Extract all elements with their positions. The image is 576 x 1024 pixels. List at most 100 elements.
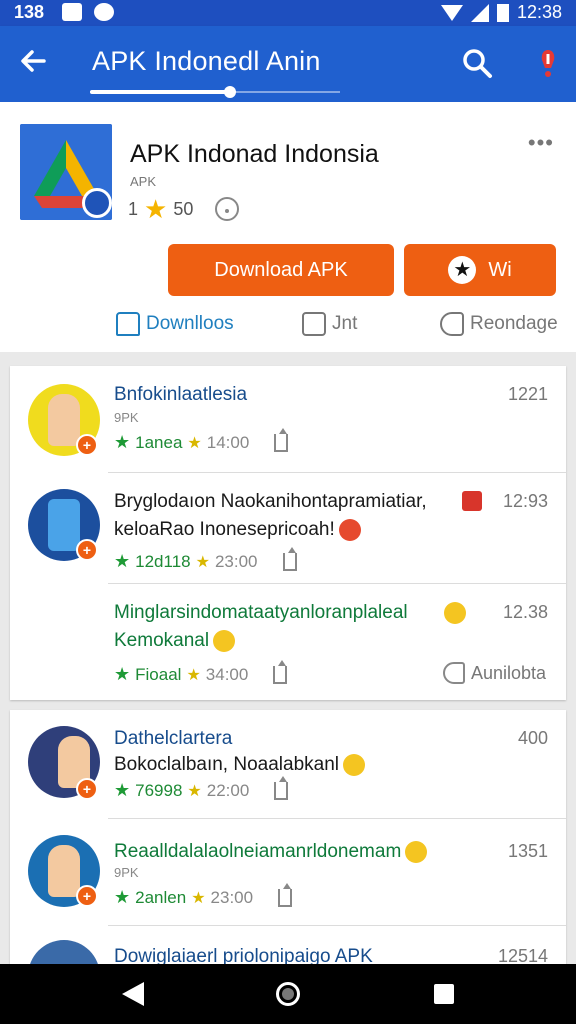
item-meta-label: 12d118 [135, 551, 191, 571]
share-action[interactable]: Reondage [440, 312, 558, 336]
item-time-value: 12.38 [502, 602, 548, 622]
item-title: Minglarsindomataatyanloranplaleal [114, 602, 440, 624]
signal-icon [470, 3, 489, 22]
notification-icon [62, 3, 82, 21]
more-icon[interactable]: ••• [528, 130, 554, 156]
feed-card: + Bnfokinlaatlesia 9PK 1221 ★ 1anea ★ 14… [10, 366, 566, 700]
item-title-line2: Bokoclalbaın, Noaalabkanl [114, 754, 365, 776]
star-icon: ★ [114, 780, 131, 800]
list-item[interactable]: + Bryglodaıon Naokanihontapramiatiar, ke… [10, 473, 566, 583]
item-time: 12:93 [503, 491, 548, 512]
item-time: 400 [518, 728, 548, 749]
add-icon[interactable]: + [76, 539, 98, 561]
item-meta-time: 23:00 [210, 887, 254, 907]
share-icon[interactable] [274, 775, 289, 800]
nav-home-icon[interactable] [276, 982, 300, 1006]
rating-row: 1 ★ 50 [128, 194, 240, 224]
list-item[interactable]: Minglarsindomataatyanloranplaleal Kemoka… [10, 584, 566, 700]
share-label: Reondage [470, 313, 558, 334]
item-subtitle: 9PK [114, 865, 139, 880]
avatar-figure [48, 845, 80, 897]
item-title-text: Reaalldalalaolneiamanrldonemam [114, 841, 402, 863]
star-icon: ★ [448, 256, 477, 284]
app-bar: APK Indonedl Anin [0, 26, 576, 102]
item-title: Bnfokinlaatlesia [114, 384, 248, 405]
item-time-value: 12:93 [502, 491, 548, 511]
item-title-text: Bryglodaıon Naokanihontapramiatiar, [114, 491, 427, 512]
back-arrow-icon[interactable] [18, 46, 48, 85]
feed-card: + Dathelclartera Bokoclalbaın, Noaalabka… [10, 710, 566, 970]
emoji-icon [338, 519, 361, 541]
item-meta-time: 22:00 [206, 780, 250, 800]
share-icon[interactable] [282, 546, 297, 571]
nav-back-icon[interactable] [122, 982, 144, 1006]
navigation-bar [0, 964, 576, 1024]
list-item[interactable]: + Bnfokinlaatlesia 9PK 1221 ★ 1anea ★ 14… [10, 366, 566, 472]
download-button[interactable]: Download APK [168, 244, 394, 296]
status-icons: 12:38 [440, 2, 562, 23]
star-icon: ★ [195, 553, 210, 571]
item-time-value: 12514 [497, 946, 548, 966]
item-meta: ★ 12d118 ★ 23:00 [114, 546, 297, 572]
like-action[interactable]: Jnt [302, 312, 357, 336]
wishlist-button[interactable]: ★ Wi [404, 244, 556, 296]
item-share-action[interactable]: Aunilobta [442, 662, 546, 684]
rating-count: 50 [173, 198, 194, 219]
emoji-icon [444, 602, 466, 624]
item-time: 12.38 [503, 602, 548, 623]
item-title-line2: keloaRao Inonesepricoah! [114, 519, 361, 541]
item-meta: ★ 76998 ★ 22:00 [114, 775, 289, 801]
item-title-text: Minglarsindomataatyanloranplaleal [114, 602, 408, 623]
search-progress [90, 90, 230, 94]
item-time: 1351 [508, 841, 548, 862]
app-badge-icon [82, 188, 112, 218]
nav-recent-icon[interactable] [434, 984, 454, 1004]
alert-icon[interactable] [536, 46, 560, 80]
item-time-value: 1221 [507, 384, 548, 404]
battery-icon [496, 3, 509, 22]
downloads-label: Downlloos [146, 313, 234, 334]
star-icon: ★ [114, 887, 131, 907]
item-time: 1221 [508, 384, 548, 405]
downloads-action[interactable]: Downlloos [116, 312, 234, 336]
search-query[interactable]: APK Indonedl Anin [92, 46, 321, 77]
item-meta: ★ 1anea ★ 14:00 [114, 427, 289, 453]
add-icon[interactable]: + [76, 778, 98, 800]
star-icon: ★ [191, 889, 206, 907]
search-icon[interactable] [460, 46, 494, 80]
like-label: Jnt [332, 313, 358, 334]
item-action-label: Aunilobta [470, 662, 546, 683]
item-time-value: 400 [517, 728, 548, 748]
face-icon[interactable] [215, 197, 240, 221]
emoji-icon [213, 630, 236, 652]
item-meta: ★ 2anlen ★ 23:00 [114, 882, 293, 908]
action-row: Downlloos Jnt Reondage [0, 312, 576, 346]
notification-icon [94, 3, 114, 21]
avatar-figure [48, 394, 80, 446]
star-icon: ★ [114, 432, 131, 452]
star-icon: ★ [187, 434, 202, 452]
rating-value: 1 [128, 198, 139, 219]
item-time-value: 1351 [507, 841, 548, 861]
emoji-icon [405, 841, 428, 863]
share-icon[interactable] [278, 882, 293, 907]
item-meta-label: Fioaal [135, 664, 182, 684]
item-subtitle: 9PK [114, 410, 139, 425]
item-title: Reaalldalalaolneiamanrldonemam [114, 841, 428, 863]
wifi-icon [440, 4, 463, 21]
star-icon: ★ [144, 194, 168, 224]
list-item[interactable]: + Reaalldalalaolneiamanrldonemam 9PK 135… [10, 819, 566, 925]
avatar-figure [48, 499, 80, 551]
add-icon[interactable]: + [76, 434, 98, 456]
list-item[interactable]: + Dathelclartera Bokoclalbaın, Noaalabka… [10, 710, 566, 818]
status-time-left: 138 [14, 2, 45, 22]
item-meta: ★ Fioaal ★ 34:00 [114, 659, 288, 685]
search-cursor [224, 86, 236, 98]
add-icon[interactable]: + [76, 885, 98, 907]
item-title: Dathelclartera [114, 728, 233, 749]
star-icon: ★ [114, 664, 131, 684]
share-icon[interactable] [273, 659, 288, 684]
item-title: Bryglodaıon Naokanihontapramiatiar, [114, 491, 454, 513]
share-icon[interactable] [274, 427, 289, 452]
star-icon: ★ [187, 782, 202, 800]
